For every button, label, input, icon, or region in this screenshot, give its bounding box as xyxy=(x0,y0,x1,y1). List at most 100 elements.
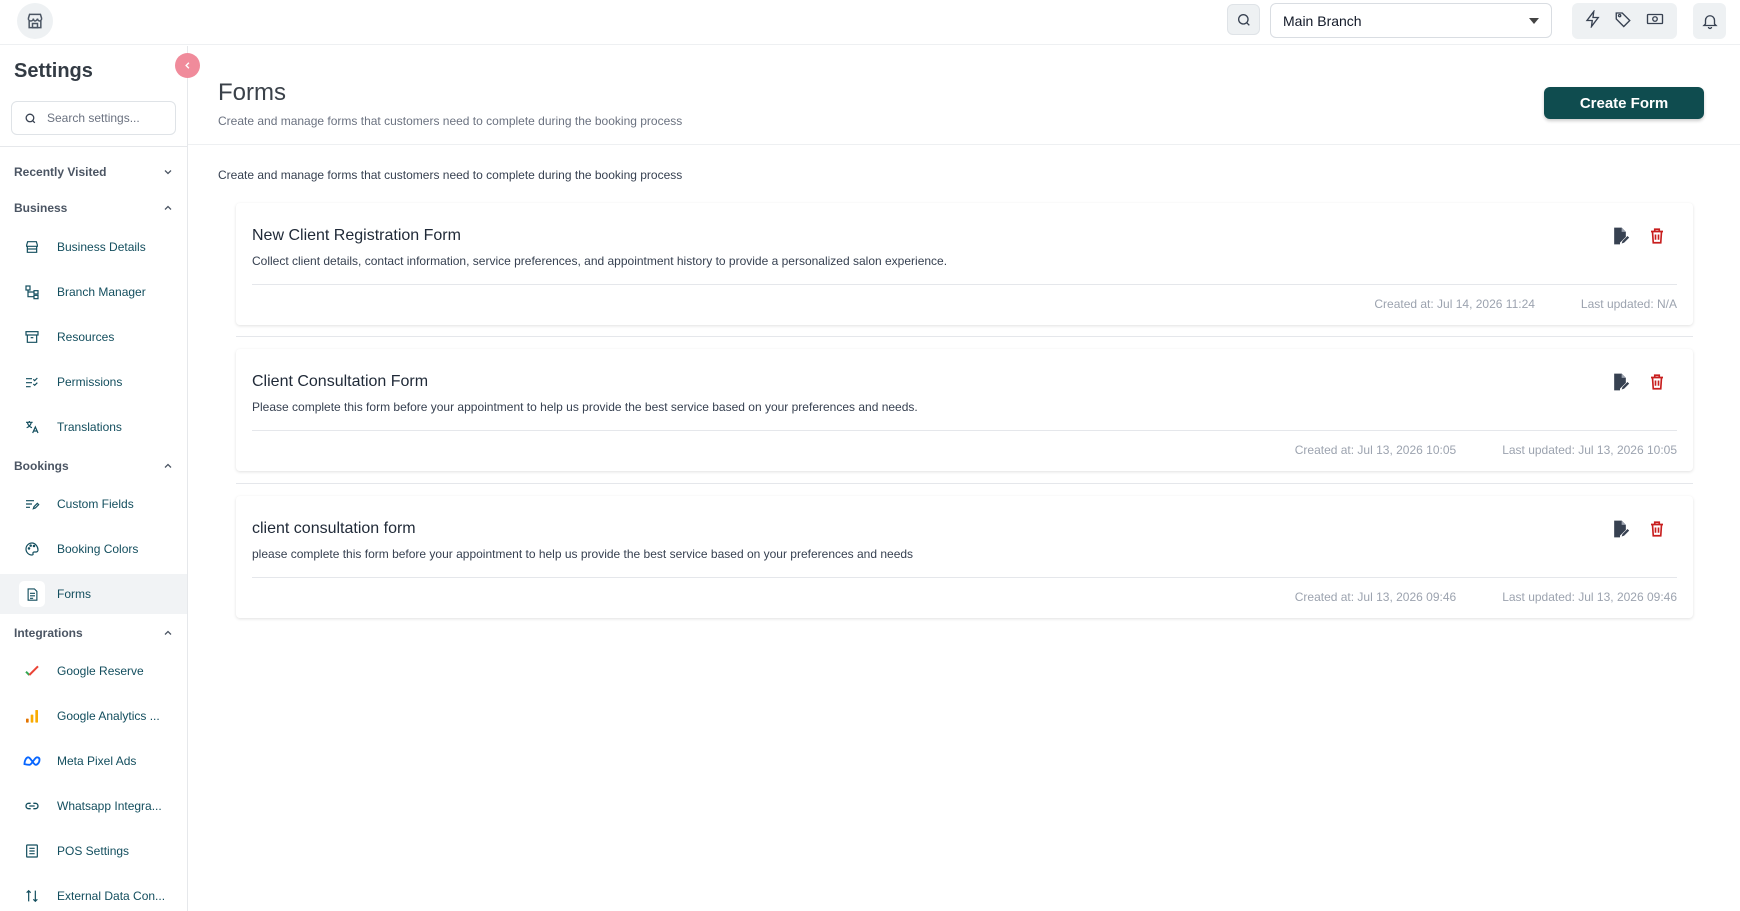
sidebar-item-branch-manager[interactable]: Branch Manager xyxy=(0,272,187,312)
data-flow-icon xyxy=(22,886,42,906)
form-title: New Client Registration Form xyxy=(252,227,461,244)
storefront-icon xyxy=(22,237,42,257)
edit-list-icon xyxy=(22,494,42,514)
card-divider xyxy=(252,577,1677,578)
analytics-bars-icon xyxy=(22,706,42,726)
sidebar-item-forms[interactable]: Forms xyxy=(0,574,187,614)
notifications-button[interactable] xyxy=(1693,3,1726,39)
section-recently-visited[interactable]: Recently Visited xyxy=(14,162,174,182)
sidebar-item-google-reserve[interactable]: Google Reserve xyxy=(0,651,187,691)
global-search-button[interactable] xyxy=(1227,4,1260,35)
sidebar-item-label: Permissions xyxy=(57,375,123,389)
section-label: Recently Visited xyxy=(14,165,107,179)
sidebar-item-meta-pixel-ads[interactable]: Meta Pixel Ads xyxy=(0,741,187,781)
form-card[interactable]: client consultation form please complete… xyxy=(236,496,1693,618)
sidebar-item-label: POS Settings xyxy=(57,844,130,858)
translate-icon xyxy=(22,417,42,437)
bell-icon xyxy=(1701,15,1718,30)
sidebar-item-label: External Data Con... xyxy=(57,889,166,903)
form-description: please complete this form before your ap… xyxy=(252,547,914,561)
section-bookings[interactable]: Bookings xyxy=(14,456,174,476)
chevron-up-icon xyxy=(164,205,172,210)
card-separator xyxy=(236,336,1693,337)
page-title: Forms xyxy=(218,79,286,106)
sidebar-item-label: Whatsapp Integra... xyxy=(57,799,162,813)
sidebar-divider xyxy=(0,146,188,147)
last-updated: Last updated: N/A xyxy=(1580,297,1677,311)
form-description: Please complete this form before your ap… xyxy=(252,400,918,414)
sidebar-item-resources[interactable]: Resources xyxy=(0,317,187,357)
cash-button[interactable] xyxy=(1645,10,1665,33)
delete-form-button[interactable] xyxy=(1646,225,1668,247)
form-meta: Created at: Jul 13, 2026 09:46 Last upda… xyxy=(1295,590,1677,604)
cash-icon xyxy=(1646,13,1663,24)
sidebar-item-label: Translations xyxy=(57,420,122,434)
section-integrations[interactable]: Integrations xyxy=(14,623,174,643)
sidebar-item-label: Meta Pixel Ads xyxy=(57,754,137,768)
sidebar-item-business-details[interactable]: Business Details xyxy=(0,227,187,267)
section-label: Bookings xyxy=(14,459,69,473)
card-divider xyxy=(252,430,1677,431)
tag-icon xyxy=(1616,11,1632,27)
palette-icon xyxy=(22,539,42,559)
sidebar-item-external-data[interactable]: External Data Con... xyxy=(0,876,187,911)
sidebar-item-google-analytics[interactable]: Google Analytics ... xyxy=(0,696,187,736)
branch-select[interactable]: Main Branch xyxy=(1270,3,1552,38)
last-updated: Last updated: Jul 13, 2026 09:46 xyxy=(1502,590,1677,604)
created-at: Created at: Jul 14, 2026 11:24 xyxy=(1374,297,1535,311)
sidebar-item-label: Resources xyxy=(57,330,115,344)
quick-tools xyxy=(1572,3,1677,39)
trash-icon xyxy=(1651,374,1663,390)
form-description: Collect client details, contact informat… xyxy=(252,254,948,268)
card-separator xyxy=(236,483,1693,484)
sidebar-item-pos-settings[interactable]: POS Settings xyxy=(0,831,187,871)
delete-form-button[interactable] xyxy=(1646,371,1668,393)
tag-button[interactable] xyxy=(1614,10,1632,33)
chevron-down-icon xyxy=(164,170,172,175)
page-subtitle: Create and manage forms that customers n… xyxy=(218,114,683,128)
settings-search-input[interactable] xyxy=(47,111,167,125)
sidebar-item-booking-colors[interactable]: Booking Colors xyxy=(0,529,187,569)
sidebar-item-custom-fields[interactable]: Custom Fields xyxy=(0,484,187,524)
created-at: Created at: Jul 13, 2026 09:46 xyxy=(1294,590,1457,604)
lightning-button[interactable] xyxy=(1584,8,1602,33)
sidebar-item-label: Google Analytics ... xyxy=(57,709,160,723)
store-logo-button[interactable] xyxy=(17,3,53,39)
sidebar-search xyxy=(11,101,176,135)
collapse-sidebar-button[interactable] xyxy=(175,53,200,78)
section-business[interactable]: Business xyxy=(14,198,174,218)
sidebar-item-permissions[interactable]: Permissions xyxy=(0,362,187,402)
sidebar-title: Settings xyxy=(14,60,93,82)
edit-document-icon xyxy=(1614,520,1630,538)
edit-document-icon xyxy=(1614,227,1630,245)
last-updated: Last updated: Jul 13, 2026 10:05 xyxy=(1502,443,1677,457)
sidebar-item-label: Booking Colors xyxy=(57,542,139,556)
page-description: Create and manage forms that customers n… xyxy=(218,168,683,182)
search-icon xyxy=(25,113,36,123)
link-icon xyxy=(22,796,42,816)
settings-sidebar: Settings Recently Visited Business Busin… xyxy=(0,46,188,911)
chevron-up-icon xyxy=(164,630,172,635)
edit-document-icon xyxy=(1614,373,1630,391)
edit-form-button[interactable] xyxy=(1609,518,1631,540)
delete-form-button[interactable] xyxy=(1646,518,1668,540)
edit-form-button[interactable] xyxy=(1609,225,1631,247)
search-icon xyxy=(1237,13,1250,26)
form-card[interactable]: Client Consultation Form Please complete… xyxy=(236,349,1693,471)
created-at: Created at: Jul 13, 2026 10:05 xyxy=(1294,443,1457,457)
checklist-icon xyxy=(22,372,42,392)
sidebar-item-label: Custom Fields xyxy=(57,497,134,511)
document-icon xyxy=(19,581,45,607)
sidebar-item-whatsapp-integration[interactable]: Whatsapp Integra... xyxy=(0,786,187,826)
form-card[interactable]: New Client Registration Form Collect cli… xyxy=(236,203,1693,325)
create-form-button[interactable]: Create Form xyxy=(1544,87,1704,119)
archive-box-icon xyxy=(22,327,42,347)
chevron-left-icon xyxy=(185,62,190,69)
branch-tree-icon xyxy=(22,282,42,302)
form-title: Client Consultation Form xyxy=(252,373,429,390)
form-meta: Created at: Jul 13, 2026 10:05 Last upda… xyxy=(1295,443,1677,457)
edit-form-button[interactable] xyxy=(1609,371,1631,393)
trash-icon xyxy=(1651,521,1663,537)
receipt-icon xyxy=(22,841,42,861)
sidebar-item-translations[interactable]: Translations xyxy=(0,407,187,447)
